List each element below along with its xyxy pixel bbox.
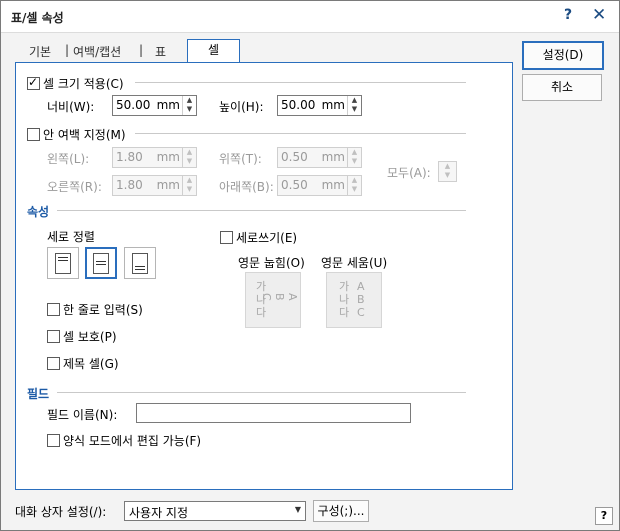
spin-arrows-icon[interactable]: ▲ ▼: [347, 96, 361, 115]
vertical-writing-label: 세로쓰기(E): [236, 231, 298, 245]
align-middle-icon: [93, 253, 109, 274]
align-bottom-icon: [132, 253, 148, 274]
spin-arrows-icon[interactable]: ▲ ▼: [182, 96, 196, 115]
spin-arrows-icon[interactable]: ▲ ▼: [182, 148, 196, 167]
width-value: 50.00: [116, 98, 151, 112]
cell-size-checkbox[interactable]: [27, 75, 40, 90]
spin-arrows-icon[interactable]: ▲ ▼: [439, 162, 456, 181]
inner-margin-label: 안 여백 지정(M): [43, 128, 126, 142]
cancel-button[interactable]: 취소: [522, 74, 602, 101]
width-label: 너비(W):: [47, 100, 95, 114]
chevron-down-icon[interactable]: ▼: [295, 505, 301, 514]
inner-margin-checkbox[interactable]: [27, 128, 40, 141]
form-editable-label: 양식 모드에서 편집 가능(F): [63, 434, 202, 448]
align-bottom-button[interactable]: [124, 247, 156, 279]
tab-separator: |: [139, 43, 144, 57]
divider: [135, 82, 466, 83]
vertical-align-label: 세로 정렬: [47, 230, 95, 244]
latin-preview: ABC: [357, 280, 365, 319]
all-margin-label: 모두(A):: [387, 166, 431, 180]
header-cell-checkbox[interactable]: [47, 357, 60, 370]
right-margin-value: 1.80: [116, 178, 143, 192]
tab-margin-caption[interactable]: 여백/캡션: [73, 43, 121, 60]
tab-cell[interactable]: 셀: [187, 39, 241, 62]
right-margin-label: 오른쪽(R):: [47, 180, 102, 194]
help-icon[interactable]: ?: [564, 7, 572, 23]
bottom-margin-unit: mm: [321, 178, 345, 192]
dialog-settings-dropdown[interactable]: 사용자 지정 ▼: [124, 501, 306, 521]
right-margin-unit: mm: [156, 178, 180, 192]
single-line-checkbox[interactable]: [47, 303, 60, 316]
align-top-icon: [55, 253, 71, 274]
width-unit: mm: [156, 98, 180, 112]
field-name-label: 필드 이름(N):: [47, 408, 118, 422]
header-cell-label: 제목 셀(G): [63, 357, 119, 371]
width-spinbox[interactable]: 50.00 mm ▲ ▼: [112, 95, 197, 116]
align-middle-button[interactable]: [85, 247, 117, 279]
latin-stand-option[interactable]: 가나다 ABC: [326, 272, 382, 328]
bottom-margin-spinbox[interactable]: 0.50 mm ▲ ▼: [277, 175, 362, 196]
properties-group-title: 속성: [27, 205, 50, 219]
dialog-settings-value: 사용자 지정: [129, 506, 189, 520]
left-margin-value: 1.80: [116, 150, 143, 164]
single-line-label: 한 줄로 입력(S): [63, 303, 143, 317]
cell-protect-checkbox[interactable]: [47, 330, 60, 343]
left-margin-spinbox[interactable]: 1.80 mm ▲ ▼: [112, 147, 197, 168]
latin-lay-label: 영문 눕힘(O): [238, 256, 305, 270]
dialog-settings-label: 대화 상자 설정(/):: [15, 505, 107, 519]
top-margin-unit: mm: [321, 150, 345, 164]
bottom-margin-value: 0.50: [281, 178, 308, 192]
all-margin-spinbox[interactable]: ▲ ▼: [438, 161, 457, 182]
title-bar: 표/셀 속성 ? ✕: [1, 1, 619, 33]
latin-lay-option[interactable]: 가나다 ABC: [245, 272, 301, 328]
hangul-preview: 가나다: [339, 280, 350, 319]
spin-arrows-icon[interactable]: ▲ ▼: [347, 148, 361, 167]
ok-button[interactable]: 설정(D): [522, 41, 604, 70]
field-group-title: 필드: [27, 387, 50, 401]
bottom-margin-label: 아래쪽(B):: [219, 180, 274, 194]
left-margin-label: 왼쪽(L):: [47, 152, 90, 166]
height-unit: mm: [321, 98, 345, 112]
divider: [135, 133, 466, 134]
align-top-button[interactable]: [47, 247, 79, 279]
divider: [57, 210, 466, 211]
latin-preview: ABC: [260, 293, 299, 301]
dialog-title: 표/셀 속성: [11, 11, 64, 25]
spin-arrows-icon[interactable]: ▲ ▼: [182, 176, 196, 195]
left-margin-unit: mm: [156, 150, 180, 164]
height-spinbox[interactable]: 50.00 mm ▲ ▼: [277, 95, 362, 116]
tab-basic[interactable]: 기본: [29, 43, 51, 60]
table-cell-properties-dialog: 표/셀 속성 ? ✕ 기본 | 여백/캡션 | 표 셀 설정(D) 취소 셀 크…: [0, 0, 620, 531]
height-value: 50.00: [281, 98, 316, 112]
tab-separator: |: [65, 43, 70, 57]
cell-protect-label: 셀 보호(P): [63, 330, 117, 344]
help-button-icon[interactable]: ?: [595, 507, 613, 525]
field-name-input[interactable]: [136, 403, 411, 423]
latin-stand-label: 영문 세움(U): [321, 256, 388, 270]
divider: [57, 392, 466, 393]
top-margin-label: 위쪽(T):: [219, 152, 262, 166]
vertical-writing-checkbox[interactable]: [220, 231, 233, 244]
close-icon[interactable]: ✕: [592, 5, 606, 25]
top-margin-spinbox[interactable]: 0.50 mm ▲ ▼: [277, 147, 362, 168]
right-margin-spinbox[interactable]: 1.80 mm ▲ ▼: [112, 175, 197, 196]
config-button[interactable]: 구성(;)...: [313, 500, 369, 522]
top-margin-value: 0.50: [281, 150, 308, 164]
cell-size-label: 셀 크기 적용(C): [43, 77, 124, 91]
height-label: 높이(H):: [219, 100, 264, 114]
form-editable-checkbox[interactable]: [47, 434, 60, 447]
spin-arrows-icon[interactable]: ▲ ▼: [347, 176, 361, 195]
tab-table[interactable]: 표: [155, 43, 166, 60]
